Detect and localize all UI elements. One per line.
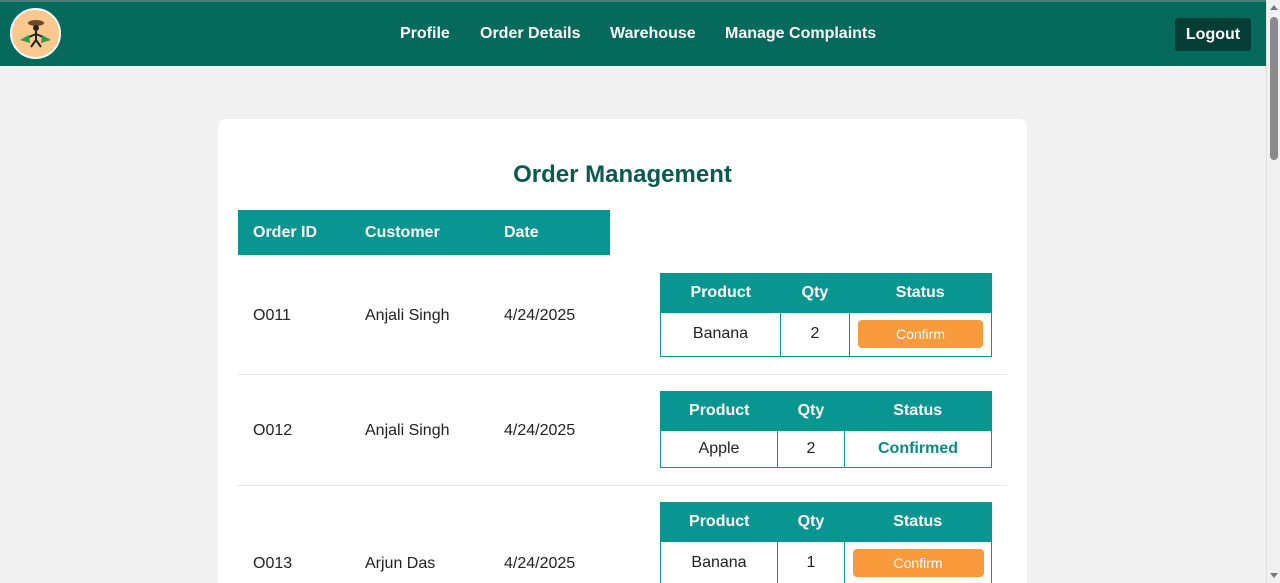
orders-table-header: Order ID Customer Date: [238, 210, 610, 255]
nav-link-manage-complaints[interactable]: Manage Complaints: [725, 25, 876, 43]
item-status: Confirm: [849, 312, 992, 357]
nav-link-warehouse[interactable]: Warehouse: [610, 25, 696, 43]
confirmed-status-label: Confirmed: [878, 439, 958, 457]
row-divider: [238, 374, 1007, 375]
confirm-button[interactable]: Confirm: [852, 549, 984, 578]
order-items-table: Product Qty Status Apple 2 Confirmed: [660, 391, 992, 468]
order-id: O011: [253, 307, 291, 324]
item-qty: 2: [780, 312, 850, 357]
nav-link-order-details[interactable]: Order Details: [480, 25, 580, 43]
page-title: Order Management: [513, 161, 732, 188]
order-date: 4/24/2025: [504, 307, 576, 324]
confirm-button[interactable]: Confirm: [858, 320, 983, 349]
item-product: Banana: [660, 312, 781, 357]
item-status: Confirmed: [844, 430, 992, 468]
header-customer: Customer: [365, 224, 440, 241]
item-status: Confirm: [844, 541, 992, 583]
item-product: Banana: [660, 541, 778, 583]
items-header-qty: Qty: [780, 273, 850, 313]
items-header-product: Product: [660, 502, 778, 542]
order-customer: Anjali Singh: [365, 307, 450, 324]
items-header-status: Status: [844, 502, 992, 542]
item-qty: 2: [777, 430, 845, 468]
order-customer: Anjali Singh: [365, 422, 450, 439]
item-product: Apple: [660, 430, 778, 468]
header-date: Date: [504, 224, 539, 241]
scroll-thumb[interactable]: [1270, 17, 1278, 160]
scroll-down-icon[interactable]: [1270, 573, 1278, 578]
order-items-table: Product Qty Status Banana 2 Confirm: [660, 273, 992, 357]
top-navbar: Profile Order Details Warehouse Manage C…: [0, 0, 1266, 66]
item-qty: 1: [777, 541, 845, 583]
row-divider: [238, 485, 1007, 486]
nav-link-profile[interactable]: Profile: [400, 25, 450, 43]
items-header-product: Product: [660, 391, 778, 431]
items-header-status: Status: [844, 391, 992, 431]
order-items-table: Product Qty Status Banana 1 Confirm: [660, 502, 992, 583]
items-header-qty: Qty: [777, 502, 845, 542]
order-id: O012: [253, 422, 293, 439]
items-header-product: Product: [660, 273, 781, 313]
items-header-qty: Qty: [777, 391, 845, 431]
order-date: 4/24/2025: [504, 422, 576, 439]
scroll-up-icon[interactable]: [1270, 5, 1278, 10]
header-order-id: Order ID: [253, 224, 318, 241]
page-scrollbar[interactable]: [1266, 0, 1280, 583]
order-management-card: Order Management Order ID Customer Date …: [218, 119, 1027, 583]
order-customer: Arjun Das: [365, 555, 436, 572]
order-date: 4/24/2025: [504, 555, 576, 572]
order-id: O013: [253, 555, 293, 572]
items-header-status: Status: [849, 273, 992, 313]
logout-button[interactable]: Logout: [1175, 18, 1251, 51]
